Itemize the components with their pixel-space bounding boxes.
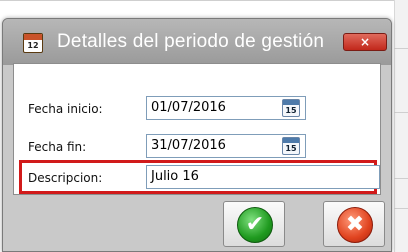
background-divider — [394, 48, 408, 49]
background-divider — [394, 208, 408, 209]
periodo-dialog: 12 Detalles del periodo de gestión × Fec… — [2, 18, 392, 252]
check-glyph: ✔ — [245, 212, 265, 237]
window-title: Detalles del periodo de gestión — [57, 31, 325, 52]
calendar-number: 15 — [285, 144, 297, 153]
calendar-number: 15 — [285, 106, 297, 115]
check-icon: ✔ — [237, 207, 273, 243]
fecha-inicio-label: Fecha inicio: — [28, 102, 103, 116]
descripcion-label: Descripcion: — [28, 171, 103, 185]
close-button[interactable]: × — [343, 33, 387, 51]
calendar-icon: 12 — [23, 33, 43, 53]
background-line — [0, 0, 408, 1]
app-icon-number: 12 — [27, 41, 39, 50]
descripcion-field[interactable]: Julio 16 — [146, 165, 380, 189]
cancel-icon: ✖ — [337, 207, 373, 243]
background-divider — [394, 112, 408, 113]
calendar-icon[interactable]: 15 — [282, 99, 300, 117]
fecha-fin-label: Fecha fin: — [28, 140, 87, 154]
calendar-icon[interactable]: 15 — [282, 137, 300, 155]
ok-button[interactable]: ✔ — [223, 201, 285, 247]
cancel-glyph: ✖ — [345, 212, 365, 237]
title-bar[interactable]: 12 Detalles del periodo de gestión × — [3, 19, 391, 65]
form-panel: Fecha inicio: 01/07/2016 15 Fecha fin: 3… — [13, 63, 381, 195]
cancel-button[interactable]: ✖ — [323, 201, 385, 247]
background-divider — [394, 178, 408, 179]
background-panel — [394, 0, 408, 252]
